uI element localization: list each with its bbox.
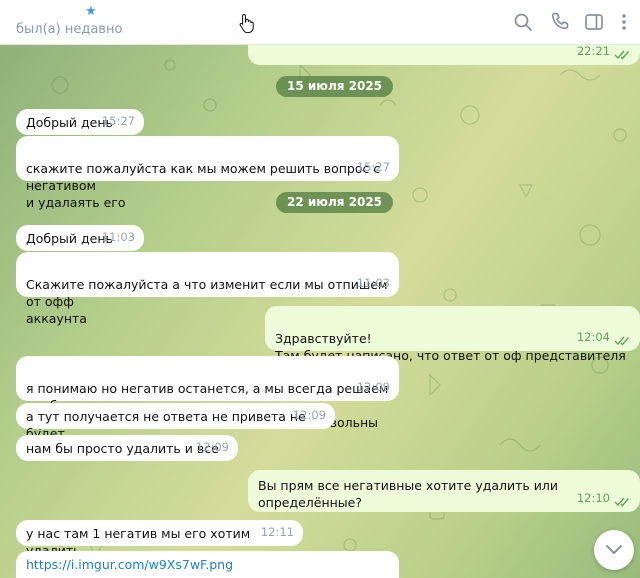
message-bubble-incoming[interactable]: скажите пожалуйста как мы можем решить в… (16, 136, 399, 210)
message-text: Добрый день (26, 115, 113, 130)
message-bubble-incoming[interactable]: нам бы просто удалить и все 12:09 (16, 435, 238, 461)
message-bubble-outgoing[interactable]: Здравствуйте! Там будет написано, что от… (265, 306, 640, 363)
hand-cursor-icon (239, 13, 254, 33)
star-icon: ★ (85, 4, 97, 19)
date-separator: 22 июля 2025 (276, 192, 394, 213)
read-ticks-icon (614, 50, 630, 60)
message-text: Вы прям все негативные хотите удалить ил… (258, 478, 558, 510)
scroll-to-bottom-button[interactable] (594, 530, 634, 570)
sidebar-toggle-icon[interactable] (582, 10, 606, 34)
message-time: 22:21 (576, 45, 610, 58)
message-bubble-incoming[interactable]: у нас там 1 негатив мы его хотим удалить… (16, 520, 303, 558)
chat-area[interactable]: 22:21 15 июля 2025 Добрый день 15:27 ска… (0, 45, 640, 578)
message-time: 12:10 (576, 491, 610, 505)
message-time: 12:04 (576, 330, 610, 344)
phone-icon[interactable] (548, 10, 572, 34)
message-time: 11:03 (356, 276, 390, 290)
message-time: 12:11 (260, 525, 294, 539)
chevron-down-icon (606, 545, 622, 554)
more-icon[interactable] (612, 10, 636, 34)
message-bubble-incoming[interactable]: а тут получается не ответа не привета не… (16, 403, 335, 441)
contact-status: был(а) недавно (16, 22, 123, 37)
read-ticks-icon (614, 497, 630, 507)
date-separator: 15 июля 2025 (276, 76, 394, 97)
message-bubble-incoming[interactable]: Добрый день 11:03 (16, 225, 144, 251)
message-bubble-incoming[interactable]: я понимаю но негатив останется, а мы все… (16, 356, 399, 430)
read-ticks-icon (614, 336, 630, 346)
message-text: Добрый день (26, 231, 113, 246)
message-bubble-outgoing[interactable]: Вы прям все негативные хотите удалить ил… (248, 470, 640, 512)
message-time: 15:27 (101, 114, 135, 128)
message-time: 12:09 (292, 408, 326, 422)
message-bubble-incoming[interactable]: https://i.imgur.com/w9Xs7wF.png (16, 551, 399, 578)
message-time: 12:09 (195, 440, 229, 454)
message-bubble-incoming[interactable]: Добрый день 15:27 (16, 109, 144, 135)
message-text: нам бы просто удалить и все (26, 441, 219, 456)
message-bubble-incoming[interactable]: Скажите пожалуйста а что изменит если мы… (16, 252, 399, 326)
message-link[interactable]: https://i.imgur.com/w9Xs7wF.png (26, 557, 233, 572)
message-time: 11:03 (101, 230, 135, 244)
search-icon[interactable] (511, 10, 535, 34)
message-time: 15:27 (356, 160, 390, 174)
message-time: 12:09 (356, 380, 390, 394)
chat-header: ★ был(а) недавно (0, 0, 640, 45)
message-bubble-outgoing[interactable]: 22:21 (248, 45, 640, 65)
